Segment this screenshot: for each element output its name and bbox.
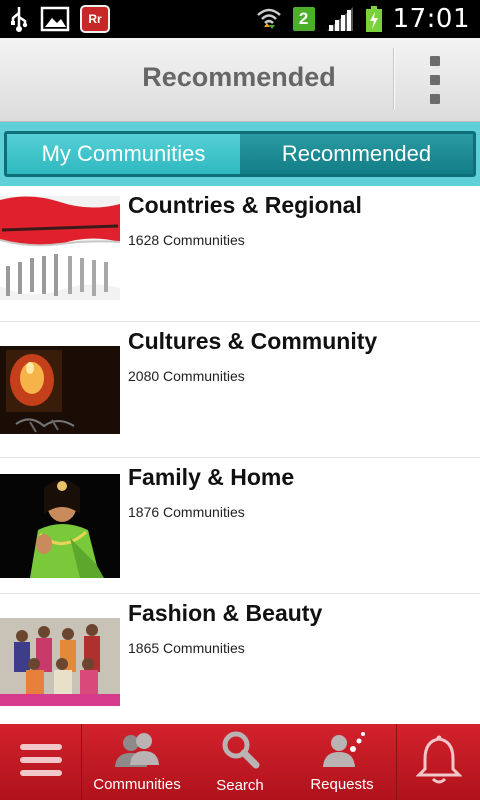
category-title: Countries & Regional: [128, 192, 362, 218]
action-bar: Recommended: [0, 38, 480, 122]
category-title: Fashion & Beauty: [128, 600, 323, 626]
usb-icon: [8, 5, 30, 33]
community-tabs: My Communities Recommended: [4, 131, 476, 177]
nav-search-label: Search: [216, 777, 264, 794]
nav-communities-label: Communities: [93, 776, 181, 793]
search-icon: [220, 730, 260, 775]
requests-icon: [317, 731, 367, 774]
image-icon: [40, 6, 70, 32]
tab-my-communities[interactable]: My Communities: [7, 134, 240, 174]
nav-search[interactable]: Search: [192, 724, 288, 800]
nav-communities[interactable]: Communities: [82, 724, 192, 800]
category-thumbnail: [0, 196, 120, 300]
category-title: Family & Home: [128, 464, 295, 490]
hamburger-menu-button[interactable]: [0, 724, 82, 800]
bell-icon: [414, 735, 463, 790]
list-item[interactable]: Fashion & Beauty 1865 Communities: [0, 594, 480, 724]
category-count: 2080 Communities: [128, 368, 245, 384]
page-title: Recommended: [142, 62, 336, 92]
app-notification-icon: Rr: [80, 5, 110, 33]
category-count: 1865 Communities: [128, 640, 245, 656]
battery-charging-icon: [365, 5, 383, 33]
category-thumbnail: [0, 474, 120, 578]
status-bar-left: Rr: [8, 4, 110, 34]
communities-icon: [112, 731, 162, 774]
signal-icon: [325, 5, 355, 33]
nav-requests-label: Requests: [310, 776, 374, 793]
list-item[interactable]: Family & Home 1876 Communities: [0, 458, 480, 594]
hamburger-menu-icon: [18, 742, 64, 783]
bottom-navigation: Communities Search Requests: [0, 724, 480, 800]
clock-time: 17:01: [392, 4, 470, 34]
network-badge: 2: [292, 7, 315, 31]
action-bar-divider: [393, 48, 395, 110]
category-title: Cultures & Community: [128, 328, 378, 354]
category-thumbnail: [0, 346, 120, 434]
category-list: Countries & Regional 1628 Communities Cu…: [0, 186, 480, 724]
community-tabs-bar: My Communities Recommended: [0, 122, 480, 186]
overflow-menu-icon[interactable]: [420, 56, 450, 104]
status-bar-right: 2 17:01: [255, 4, 470, 34]
list-item[interactable]: Cultures & Community 2080 Communities: [0, 322, 480, 458]
status-bar: Rr 2 17:01: [0, 0, 480, 38]
nav-requests[interactable]: Requests: [288, 724, 396, 800]
category-count: 1628 Communities: [128, 232, 245, 248]
list-item[interactable]: Countries & Regional 1628 Communities: [0, 186, 480, 322]
tab-recommended[interactable]: Recommended: [240, 134, 473, 174]
nav-notifications[interactable]: [396, 724, 480, 800]
wifi-icon: [255, 5, 283, 33]
category-thumbnail: [0, 618, 120, 706]
category-count: 1876 Communities: [128, 504, 245, 520]
